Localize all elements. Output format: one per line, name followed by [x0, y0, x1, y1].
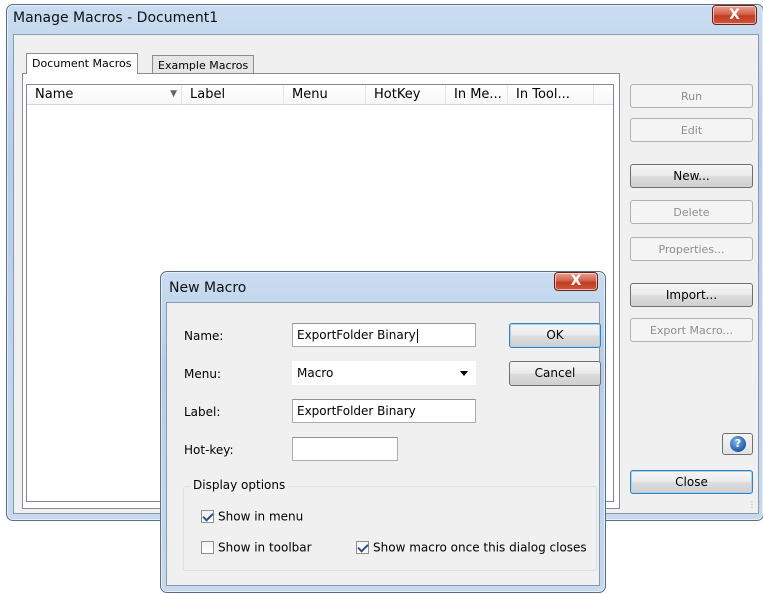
show-in-toolbar-checkbox[interactable]: Show in toolbar — [201, 540, 312, 555]
column-header-menu[interactable]: Menu — [284, 85, 366, 105]
dialog-title: New Macro — [169, 280, 247, 296]
display-options-group — [183, 486, 597, 571]
new-button[interactable]: New... — [630, 164, 753, 188]
column-header-in-toolbar[interactable]: In Tool... — [508, 85, 594, 105]
show-in-menu-checkbox[interactable]: Show in menu — [201, 509, 303, 524]
column-header-in-menu[interactable]: In Me... — [446, 85, 508, 105]
tab-label: Document Macros — [32, 57, 132, 70]
hotkey-input[interactable] — [292, 437, 398, 461]
column-header-label[interactable]: Label — [182, 85, 284, 105]
column-header-hotkey[interactable]: HotKey — [366, 85, 446, 105]
edit-button[interactable]: Edit — [630, 118, 753, 142]
close-icon: X — [570, 273, 582, 289]
export-macro-button[interactable]: Export Macro... — [630, 318, 753, 342]
checkbox-checked-icon — [356, 541, 369, 554]
dialog-close-button[interactable]: X — [554, 272, 598, 291]
cancel-button[interactable]: Cancel — [509, 361, 601, 386]
hotkey-label: Hot-key: — [184, 443, 234, 457]
delete-button[interactable]: Delete — [630, 200, 753, 224]
tab-example-macros[interactable]: Example Macros — [152, 55, 255, 74]
window-close-button[interactable]: X — [712, 5, 757, 25]
checkbox-unchecked-icon — [201, 541, 214, 554]
help-button[interactable]: ? — [722, 433, 753, 455]
column-header-name[interactable]: Name ▼ — [27, 85, 182, 105]
list-header: Name ▼ Label Menu HotKey In Me... In Too… — [27, 85, 613, 105]
show-macro-once-checkbox[interactable]: Show macro once this dialog closes — [356, 540, 587, 555]
display-options-title: Display options — [190, 478, 289, 492]
properties-button[interactable]: Properties... — [630, 237, 753, 261]
ok-button[interactable]: OK — [509, 323, 601, 348]
text-caret — [416, 328, 418, 343]
sort-down-icon: ▼ — [170, 89, 177, 99]
label-label: Label: — [184, 405, 221, 419]
run-button[interactable]: Run — [630, 84, 753, 108]
chevron-down-icon — [460, 371, 468, 376]
resize-grip-icon[interactable]: ⋮⋮ — [748, 500, 763, 509]
tab-document-macros[interactable]: Document Macros — [26, 53, 138, 74]
close-icon: X — [729, 7, 740, 23]
tab-label: Example Macros — [158, 59, 249, 72]
name-label: Name: — [184, 329, 224, 343]
close-button[interactable]: Close — [630, 470, 753, 494]
menu-label: Menu: — [184, 367, 221, 381]
import-button[interactable]: Import... — [630, 283, 753, 307]
help-icon: ? — [730, 436, 746, 452]
label-input[interactable]: ExportFolder Binary — [292, 399, 476, 423]
window-title: Manage Macros - Document1 — [13, 10, 219, 26]
name-input[interactable]: ExportFolder Binary — [292, 323, 476, 347]
menu-dropdown[interactable]: Macro — [292, 361, 476, 385]
checkbox-checked-icon — [201, 510, 214, 523]
